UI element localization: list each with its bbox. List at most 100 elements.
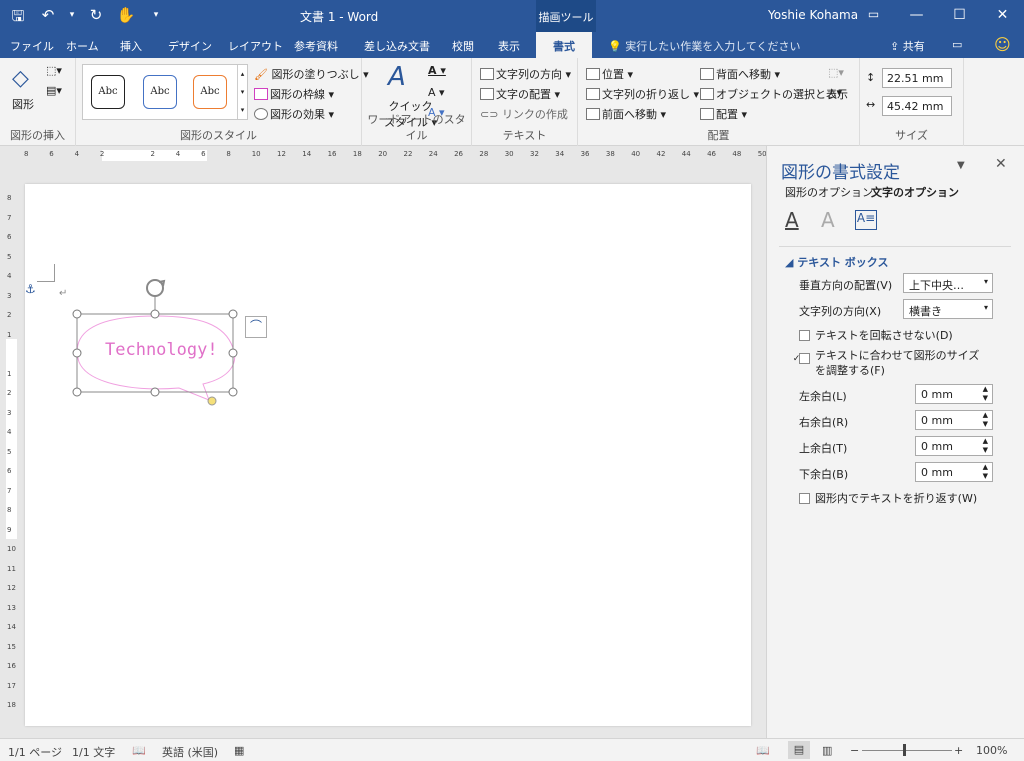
touch-mode-icon[interactable]: ✋ — [116, 6, 136, 31]
pane-options-icon[interactable]: ▼ — [957, 160, 965, 171]
macro-icon[interactable]: ▦ — [234, 744, 244, 757]
page-count[interactable]: 1/1 ページ — [8, 744, 62, 760]
text-direction-button[interactable]: 文字列の方向 ▾ — [480, 66, 571, 82]
shape-outline-label: 図形の枠線 — [270, 88, 325, 101]
spinner-icon[interactable]: ▲ ▼ — [983, 385, 988, 403]
zoom-out-icon[interactable]: − — [850, 744, 859, 757]
style-blue[interactable]: Abc — [143, 75, 177, 109]
textbox-section-header[interactable]: ◢ テキスト ボックス — [785, 254, 888, 270]
shapes-icon[interactable]: ◇ — [12, 66, 29, 91]
align-button[interactable]: 配置 ▾ — [700, 106, 747, 122]
zoom-slider-thumb[interactable] — [903, 744, 906, 756]
left-margin-input[interactable]: 0 mm ▲ ▼ — [915, 384, 993, 404]
close-button[interactable]: ✕ — [981, 0, 1024, 32]
user-name[interactable]: Yoshie Kohama — [768, 8, 858, 22]
selection-pane-button[interactable]: オブジェクトの選択と表示 — [700, 86, 848, 102]
style-orange[interactable]: Abc — [193, 75, 227, 109]
minimize-button[interactable]: — — [895, 0, 938, 32]
tab-file[interactable]: ファイル — [10, 38, 54, 54]
proofing-icon[interactable]: 📖 — [132, 744, 146, 757]
top-margin-input[interactable]: 0 mm ▲ ▼ — [915, 436, 993, 456]
share-button[interactable]: ⇪ 共有 — [890, 38, 925, 54]
style-black[interactable]: Abc — [91, 75, 125, 109]
edit-shape-icon[interactable]: ⬚▾ — [46, 64, 62, 77]
autofit-checkbox[interactable]: ✓ テキストに合わせて図形のサイズを調整する(F) — [793, 349, 989, 378]
rotate-icon[interactable]: △▾ — [828, 86, 842, 99]
valign-select[interactable]: 上下中央… ▾ — [903, 273, 993, 293]
zoom-slider[interactable] — [862, 750, 952, 751]
textbox-icon[interactable]: ▤▾ — [46, 84, 62, 97]
group-size: ↕ 22.51 mm ↔ 45.42 mm サイズ — [860, 58, 964, 146]
spinner-icon[interactable]: ▲ ▼ — [983, 463, 988, 481]
undo-dropdown-icon[interactable]: ▾ — [68, 6, 76, 31]
wordart-icon[interactable]: A — [388, 62, 406, 92]
align-text-button[interactable]: 文字の配置 ▾ — [480, 86, 560, 102]
undo-icon[interactable]: ↶ — [38, 6, 58, 31]
comments-icon[interactable]: ▭ — [952, 38, 962, 51]
pane-close-icon[interactable]: ✕ — [995, 156, 1007, 172]
tell-me-box[interactable]: 💡 実行したい作業を入力してください — [608, 38, 801, 54]
bottom-margin-input[interactable]: 0 mm ▲ ▼ — [915, 462, 993, 482]
tab-view[interactable]: 表示 — [498, 38, 520, 54]
read-mode-icon[interactable]: 📖 — [756, 744, 770, 757]
text-direction-select[interactable]: 横書き ▾ — [903, 299, 993, 319]
adjust-handle[interactable] — [207, 396, 217, 406]
shape-height-input[interactable]: 22.51 mm — [882, 68, 952, 88]
horizontal-ruler[interactable]: 8 6 4 2 2 4 6 8 10 12 14 16 18 20 22 24 26 28 30 32 34 36 38 40… — [0, 146, 767, 164]
send-backward-button[interactable]: 背面へ移動 ▾ — [700, 66, 780, 82]
tab-format[interactable]: 書式 — [536, 32, 592, 58]
ribbon-display-icon[interactable]: ▭ — [852, 0, 895, 32]
customize-qat-icon[interactable]: ▾ — [146, 6, 166, 31]
shape-width-input[interactable]: 45.42 mm — [882, 96, 952, 116]
save-icon[interactable]: 🖫 — [8, 6, 28, 31]
tab-mailings[interactable]: 差し込み文書 — [364, 38, 430, 54]
spinner-icon[interactable]: ▲ ▼ — [983, 437, 988, 455]
shape-text[interactable]: Technology! — [105, 340, 218, 360]
zoom-level[interactable]: 100% — [976, 744, 1007, 757]
shape-outline-button[interactable]: 図形の枠線 ▾ — [254, 86, 334, 102]
zoom-in-icon[interactable]: + — [954, 744, 963, 757]
tab-references[interactable]: 参考資料 — [294, 38, 338, 54]
tab-layout[interactable]: レイアウト — [228, 38, 283, 54]
language[interactable]: 英語 (米国) — [162, 744, 218, 760]
bring-forward-button[interactable]: 前面へ移動 ▾ — [586, 106, 666, 122]
right-margin-input[interactable]: 0 mm ▲ ▼ — [915, 410, 993, 430]
web-layout-icon[interactable]: ▥ — [822, 744, 832, 757]
text-effects-pane-icon[interactable]: A — [821, 208, 835, 232]
right-margin-value: 0 mm — [921, 414, 953, 427]
word-count[interactable]: 1/1 文字 — [72, 744, 115, 760]
no-rotate-checkbox[interactable]: テキストを回転させない(D) — [799, 327, 953, 343]
ruler-tick-label: 8 — [226, 150, 231, 158]
shapes-button[interactable]: 図形 — [12, 96, 34, 112]
tab-shape-options[interactable]: 図形のオプション — [785, 184, 873, 200]
tab-home[interactable]: ホーム — [66, 38, 99, 54]
gallery-scroll[interactable]: ▴ ▾ ▾ — [237, 65, 247, 119]
ruler-tick-label: 2 — [7, 389, 12, 397]
text-fill-icon[interactable]: A ▾ — [428, 64, 446, 77]
tab-insert[interactable]: 挿入 — [120, 38, 142, 54]
restore-button[interactable]: ☐ — [938, 0, 981, 32]
tab-review[interactable]: 校閲 — [452, 38, 474, 54]
layout-options-icon[interactable]: ⌒ — [245, 316, 267, 338]
tab-text-options[interactable]: 文字のオプション — [871, 184, 959, 200]
shape-effects-button[interactable]: 図形の効果 ▾ — [254, 106, 334, 122]
text-fill-outline-icon[interactable]: A — [785, 208, 799, 232]
position-button[interactable]: 位置 ▾ — [586, 66, 633, 82]
ruler-tick-label: 4 — [175, 150, 181, 158]
group-objects-icon[interactable]: ⬚▾ — [828, 66, 844, 79]
text-outline-icon[interactable]: A ▾ — [428, 86, 445, 99]
smiley-icon[interactable]: ☺ — [994, 35, 1011, 54]
redo-icon[interactable]: ↻ — [86, 6, 106, 31]
print-layout-icon[interactable]: ▤ — [788, 741, 810, 759]
layout-properties-icon[interactable]: A≡ — [855, 210, 877, 230]
rotate-handle-icon[interactable] — [146, 279, 166, 314]
tab-design[interactable]: デザイン — [168, 38, 212, 54]
wrap-text-button[interactable]: 文字列の折り返し ▾ — [586, 86, 699, 102]
spinner-icon[interactable]: ▲ ▼ — [983, 411, 988, 429]
create-link-button[interactable]: ⊂⊃ リンクの作成 — [480, 106, 568, 122]
align-text-label: 文字の配置 — [496, 88, 551, 101]
shape-fill-button[interactable]: 🖌 図形の塗りつぶし ▾ — [254, 66, 369, 82]
document-page[interactable]: ⚓ ↵ Technology! ⌒ — [25, 184, 751, 726]
vertical-ruler[interactable]: 8 7 6 5 4 3 2 1 1 2 3 4 5 6 7 8 9 10 11 12 13 14 15 16 17 18 — [0, 164, 20, 734]
wrap-in-shape-checkbox[interactable]: 図形内でテキストを折り返す(W) — [799, 490, 977, 506]
